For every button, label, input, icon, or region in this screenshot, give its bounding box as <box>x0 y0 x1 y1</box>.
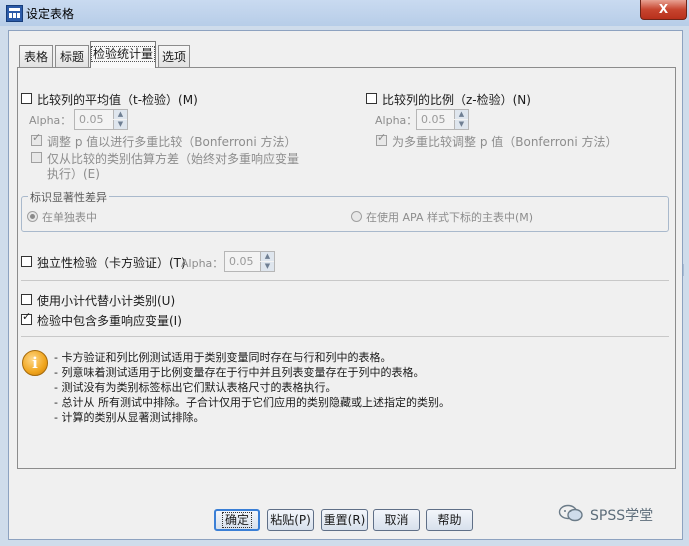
means-alpha-label: Alpha： <box>29 114 72 127</box>
tab-titles[interactable]: 标题 <box>55 45 89 67</box>
divider <box>21 280 669 281</box>
help-button[interactable]: 帮助 <box>426 509 473 531</box>
proportions-alpha-value: 0.05 <box>421 113 446 126</box>
info-line: - 总计从 所有测试中排除。子合计仅用于它们应用的类别隐藏或上述指定的类别。 <box>54 396 450 409</box>
proportions-adjust-checkbox[interactable]: ✓ <box>376 131 387 146</box>
test-statistics-panel: 比较列的平均值（t-检验）(M) Alpha： 0.05 ▲ ▼ ✓ 调整 p … <box>17 67 676 469</box>
divider <box>21 336 669 337</box>
reset-button[interactable]: 重置(R) <box>321 509 368 531</box>
title-bar: 设定表格 X <box>0 0 689 26</box>
proportions-test-checkbox[interactable] <box>366 93 377 104</box>
means-variance-checkbox[interactable] <box>31 152 42 163</box>
paste-button[interactable]: 粘贴(P) <box>267 509 314 531</box>
means-test-label: 比较列的平均值（t-检验）(M) <box>37 93 198 107</box>
info-line: - 测试没有为类别标签标出它们默认表格尺寸的表格执行。 <box>54 381 337 394</box>
ok-button[interactable]: 确定 <box>214 509 260 531</box>
spin-down-icon[interactable]: ▼ <box>454 120 468 129</box>
spin-up-icon[interactable]: ▲ <box>454 110 468 119</box>
subtotals-checkbox[interactable] <box>21 294 32 305</box>
significance-group: 标识显著性差异 在单独表中 在使用 APA 样式下标的主表中(M) <box>21 189 669 232</box>
radio-apa-subscripts[interactable] <box>351 211 362 222</box>
spin-up-icon[interactable]: ▲ <box>260 252 274 261</box>
means-adjust-label: 调整 p 值以进行多重比较（Bonferroni 方法） <box>47 135 297 149</box>
proportions-alpha-spinner[interactable]: 0.05 ▲ ▼ <box>416 109 469 130</box>
tab-test-statistics[interactable]: 检验统计量 <box>90 41 156 68</box>
apa-subscripts-label: 在使用 APA 样式下标的主表中(M) <box>366 211 534 224</box>
ok-button-label: 确定 <box>221 512 252 528</box>
tab-table[interactable]: 表格 <box>19 45 53 67</box>
independence-test-checkbox[interactable] <box>21 256 32 267</box>
info-line: - 列意味着测试适用于比例变量存在于行中并且列表变量存在于列中的表格。 <box>54 366 425 379</box>
info-line: - 卡方验证和列比例测试适用于类别变量同时存在与行和列中的表格。 <box>54 351 392 364</box>
spin-down-icon[interactable]: ▼ <box>113 120 127 129</box>
wechat-icon <box>558 504 583 522</box>
tab-label: 标题 <box>59 50 84 64</box>
checkmark-icon: ✓ <box>377 131 387 144</box>
radio-separate-table[interactable] <box>27 211 38 222</box>
significance-legend: 标识显著性差异 <box>28 189 109 205</box>
means-test-checkbox[interactable] <box>21 93 32 104</box>
proportions-test-label: 比较列的比例（z-检验）(N) <box>382 93 531 107</box>
independence-alpha-label: Alpha： <box>181 257 224 270</box>
independence-test-label: 独立性检验（卡方验证）(T) <box>37 256 186 270</box>
table-icon <box>6 5 23 22</box>
means-adjust-checkbox[interactable]: ✓ <box>31 131 42 146</box>
tab-label: 检验统计量 <box>91 46 156 62</box>
multiple-response-checkbox[interactable]: ✓ <box>21 310 32 325</box>
means-variance-label-2: 执行）(E) <box>47 167 100 181</box>
watermark-text: SPSS学堂 <box>590 508 654 524</box>
proportions-alpha-label: Alpha： <box>375 114 418 127</box>
radio-dot-icon <box>30 214 35 219</box>
checkmark-icon: ✓ <box>22 310 32 323</box>
independence-alpha-value: 0.05 <box>229 255 254 268</box>
proportions-adjust-label: 为多重比较调整 p 值（Bonferroni 方法） <box>392 135 618 149</box>
tab-label: 选项 <box>161 50 186 64</box>
dialog-client: 表格 标题 检验统计量 选项 比较列的平均值（t-检验）(M) Alpha： 0… <box>8 30 683 540</box>
checkmark-icon: ✓ <box>32 131 42 144</box>
tab-label: 表格 <box>23 50 48 64</box>
separate-table-label: 在单独表中 <box>42 211 97 224</box>
independence-alpha-spinner[interactable]: 0.05 ▲ ▼ <box>224 251 275 272</box>
cancel-button[interactable]: 取消 <box>373 509 420 531</box>
means-alpha-spinner[interactable]: 0.05 ▲ ▼ <box>74 109 128 130</box>
tab-options[interactable]: 选项 <box>158 45 190 67</box>
spin-up-icon[interactable]: ▲ <box>113 110 127 119</box>
means-alpha-value: 0.05 <box>79 113 104 126</box>
window-title: 设定表格 <box>26 7 75 21</box>
multiple-response-label: 检验中包含多重响应变量(I) <box>37 314 182 328</box>
spin-down-icon[interactable]: ▼ <box>260 262 274 271</box>
info-icon: i <box>22 350 48 376</box>
close-button[interactable]: X <box>640 0 687 20</box>
info-line: - 计算的类别从显著测试排除。 <box>54 411 205 424</box>
subtotals-label: 使用小计代替小计类别(U) <box>37 294 176 308</box>
